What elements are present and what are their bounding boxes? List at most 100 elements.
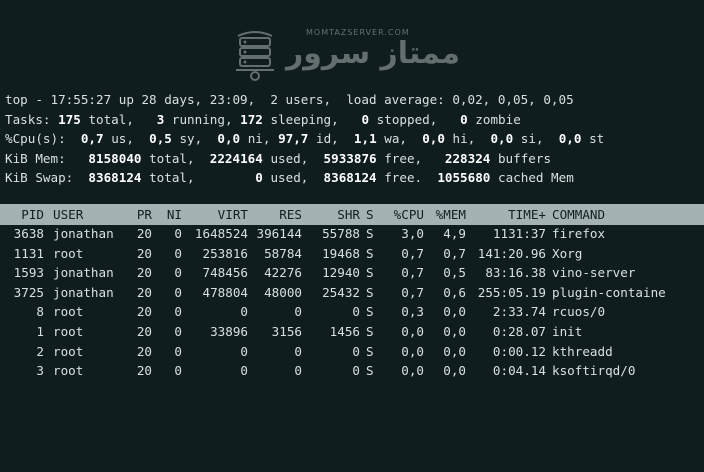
table-row: 3725 jonathan 20 0 478804 48000 25432 S 0,7 0,6 25… <box>0 283 704 303</box>
cell-pid: 3638 <box>13 226 44 241</box>
cell-s: S <box>366 245 374 261</box>
cell-pid: 1131 <box>13 245 44 261</box>
cell-mem: 0,0 <box>443 363 466 379</box>
cell-s: S <box>366 304 374 320</box>
cell-virt: 0 <box>240 343 248 359</box>
cell-command: Xorg <box>552 245 583 261</box>
cell-pid: 1593 <box>13 265 44 281</box>
cell-virt: 478804 <box>202 284 249 300</box>
cell-virt: 748456 <box>202 265 249 281</box>
cell-res: 42276 <box>264 265 302 281</box>
column-header-cpu: %CPU <box>393 207 424 222</box>
cell-virt: 1648524 <box>194 226 248 241</box>
cell-ni: 0 <box>174 324 182 339</box>
tasks-running: 3 <box>156 111 165 127</box>
cell-time: 83:16.38 <box>485 265 546 281</box>
tasks-total: 175 <box>58 111 81 127</box>
cell-command: firefox <box>552 226 606 241</box>
cell-user: root <box>53 343 84 359</box>
cell-res: 0 <box>294 343 302 359</box>
table-row: 2 root 20 0 0 0 0 S 0,0 0,0 0:00.12 kthreadd <box>0 342 704 362</box>
table-row: 1 root 20 0 33896 3156 1456 S 0,0 0,0 0:28.07 init <box>0 322 704 342</box>
cell-command: kthreadd <box>552 343 613 359</box>
cell-pid: 3725 <box>13 284 44 300</box>
cell-command: rcuos/0 <box>552 304 606 320</box>
table-row: 3 root 20 0 0 0 0 S 0,0 0,0 0:04.14 ksoftirqd/0 <box>0 361 704 381</box>
cell-pr: 20 <box>136 363 152 379</box>
cpu-line: %Cpu(s): 0,7 us, 0,5 sy, 0,0 ni, 97,7 id… <box>5 131 605 147</box>
cell-time: 0:00.12 <box>492 343 546 359</box>
mem-line: KiB Mem: 8158040 total, 2224164 used, 59… <box>5 150 552 166</box>
table-header-row: PID USER PR NI VIRT RES SHR S %CPU %MEM TIME+ COMMA… <box>0 205 704 225</box>
cell-time: 1131:37 <box>492 226 546 241</box>
cell-s: S <box>366 363 374 379</box>
column-header-mem: %MEM <box>435 207 466 222</box>
cell-shr: 0 <box>352 363 360 379</box>
cell-pr: 20 <box>136 226 152 241</box>
column-header-res: RES <box>279 207 302 222</box>
watermark-brand: ممتاز سرور <box>286 36 460 71</box>
cell-res: 48000 <box>264 284 302 300</box>
cell-res: 3156 <box>271 324 302 339</box>
cell-mem: 0,7 <box>443 245 466 261</box>
cell-ni: 0 <box>174 343 182 359</box>
tasks-line: Tasks: 175 total, 3 running, 172 sleepin… <box>5 111 521 127</box>
column-header-pid: PID <box>21 207 44 222</box>
cell-mem: 0,5 <box>443 265 466 281</box>
cell-cpu: 0,0 <box>401 363 424 379</box>
cell-shr: 0 <box>352 343 360 359</box>
cell-virt: 33896 <box>210 324 248 339</box>
cell-mem: 0,0 <box>443 324 466 339</box>
column-header-user: USER <box>53 207 84 222</box>
cell-ni: 0 <box>174 284 182 300</box>
cell-user: root <box>53 324 84 339</box>
cell-cpu: 0,7 <box>401 245 424 261</box>
uptime-line: top - 17:55:27 up 28 days, 23:09, 2 user… <box>5 92 574 107</box>
cell-pid: 8 <box>36 304 44 320</box>
swap-line: KiB Swap: 8368124 total, 0 used, 8368124… <box>5 170 574 186</box>
cell-cpu: 0,7 <box>401 265 424 281</box>
cell-pr: 20 <box>136 324 152 339</box>
cell-pr: 20 <box>136 265 152 281</box>
cell-ni: 0 <box>174 363 182 379</box>
tasks-zombie: 0 <box>460 111 468 127</box>
cell-shr: 25432 <box>322 284 360 300</box>
cell-mem: 0,0 <box>443 304 466 320</box>
server-logo-icon <box>236 31 274 81</box>
cell-cpu: 0,0 <box>401 324 424 339</box>
cell-pid: 1 <box>36 324 44 339</box>
cell-pr: 20 <box>136 304 152 320</box>
cell-virt: 0 <box>240 363 248 379</box>
cell-user: jonathan <box>53 265 114 281</box>
cell-mem: 0,6 <box>443 284 466 300</box>
cell-cpu: 0,0 <box>401 343 424 359</box>
cell-mem: 4,9 <box>443 226 466 241</box>
column-header-pr: PR <box>136 207 152 222</box>
cell-ni: 0 <box>174 226 182 241</box>
cell-time: 255:05.19 <box>477 284 546 300</box>
cell-time: 2:33.74 <box>492 304 546 320</box>
cell-s: S <box>366 226 374 241</box>
cell-pr: 20 <box>136 284 152 300</box>
cell-pid: 3 <box>36 363 44 379</box>
summary-area: top - 17:55:27 up 28 days, 23:09, 2 user… <box>5 90 604 188</box>
cell-cpu: 0,7 <box>401 284 424 300</box>
cell-pid: 2 <box>36 343 44 359</box>
cell-shr: 55788 <box>322 226 360 241</box>
table-row: 3638 jonathan 20 0 1648524 396144 55788 S 3,0 4,9… <box>0 224 704 244</box>
cell-res: 0 <box>294 304 302 320</box>
cell-shr: 0 <box>352 304 360 320</box>
cell-res: 58784 <box>264 245 302 261</box>
cell-s: S <box>366 324 374 339</box>
cell-user: jonathan <box>53 284 114 300</box>
cell-shr: 1456 <box>329 324 360 339</box>
cell-ni: 0 <box>174 265 182 281</box>
column-header-ni: NI <box>166 207 182 222</box>
table-row: 1131 root 20 0 253816 58784 19468 S 0,7 0,7 141:20… <box>0 244 704 264</box>
cell-virt: 253816 <box>202 245 249 261</box>
cell-ni: 0 <box>174 304 182 320</box>
cell-user: root <box>53 245 84 261</box>
cell-res: 396144 <box>256 226 303 241</box>
cell-time: 141:20.96 <box>477 245 546 261</box>
cell-user: root <box>53 304 84 320</box>
